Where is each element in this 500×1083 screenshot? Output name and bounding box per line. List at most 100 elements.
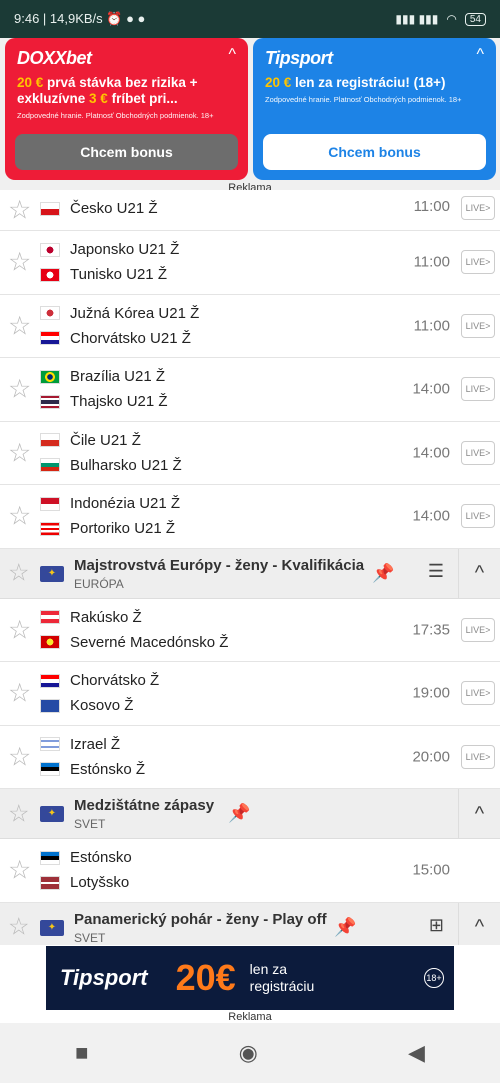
live-button[interactable]: LIVE> bbox=[461, 617, 495, 642]
team-flag-icon bbox=[40, 673, 60, 688]
league-header[interactable]: ☆ ✦ Panamerický pohár - ženy - Play off … bbox=[0, 902, 500, 945]
team-away: Kosovo Ž bbox=[40, 697, 133, 714]
match-row[interactable]: ☆ Japonsko U21 Ž Tunisko U21 Ž 11:00 LIVE> bbox=[0, 231, 500, 295]
star-icon[interactable]: ☆ bbox=[8, 559, 30, 588]
status-left: 9:46 | 14,9KB/s ⏰ ● ● bbox=[14, 11, 146, 26]
match-row[interactable]: ☆ Chorvátsko Ž Kosovo Ž 19:00 LIVE> bbox=[0, 662, 500, 726]
bracket-icon[interactable]: ⊞ bbox=[429, 915, 444, 936]
live-button[interactable]: LIVE> bbox=[461, 196, 495, 220]
live-button[interactable]: LIVE> bbox=[461, 681, 495, 706]
league-header[interactable]: ☆ ✦ Medzištátne zápasy SVET 📌 ^ bbox=[0, 789, 500, 839]
pin-icon[interactable]: 📌 bbox=[228, 803, 250, 824]
team-flag-icon bbox=[40, 496, 60, 511]
team-name: Izrael Ž bbox=[70, 735, 121, 753]
pin-icon[interactable]: 📌 bbox=[372, 563, 394, 584]
team-name: Južná Kórea U21 Ž bbox=[70, 304, 200, 322]
league-header[interactable]: ☆ ✦ Majstrovstvá Európy - ženy - Kvalifi… bbox=[0, 548, 500, 599]
team-away: Chorvátsko U21 Ž bbox=[40, 330, 191, 347]
team-home: Čile U21 Ž bbox=[40, 432, 141, 449]
match-time: 15:00 bbox=[412, 861, 450, 879]
team-home: Indonézia U21 Ž bbox=[40, 495, 180, 512]
live-button[interactable]: LIVE> bbox=[461, 440, 495, 465]
team-name: Estónsko bbox=[70, 849, 132, 866]
match-row[interactable]: ☆ Južná Kórea U21 Ž Chorvátsko U21 Ž 11:00 L… bbox=[0, 294, 500, 358]
world-flag-icon: ✦ bbox=[40, 806, 64, 822]
banner-text: len za registráciu bbox=[249, 961, 315, 994]
doxxbet-offer: 20 € prvá stávka bez rizika + exkluzívne… bbox=[17, 75, 198, 106]
star-icon[interactable]: ☆ bbox=[8, 247, 31, 278]
tipsport-bonus-button[interactable]: Chcem bonus bbox=[263, 134, 486, 170]
match-time: 20:00 bbox=[412, 748, 450, 766]
banner-amount: 20€ bbox=[175, 957, 236, 998]
live-button[interactable]: LIVE> bbox=[461, 250, 495, 275]
star-icon[interactable]: ☆ bbox=[8, 855, 31, 886]
doxxbet-bonus-button[interactable]: Chcem bonus bbox=[15, 134, 238, 170]
star-icon[interactable]: ☆ bbox=[8, 195, 31, 226]
team-away: Tunisko U21 Ž bbox=[40, 266, 167, 283]
match-time: 19:00 bbox=[412, 684, 450, 702]
match-row[interactable]: ☆ Česko U21 Ž 11:00 LIVE> bbox=[0, 190, 500, 231]
team-name: Brazília U21 Ž bbox=[70, 368, 166, 385]
tipsport-disclaimer: Zodpovedné hranie. Platnosť Obchodných p… bbox=[265, 95, 462, 104]
star-icon[interactable]: ☆ bbox=[8, 913, 30, 942]
league-region: SVET bbox=[74, 930, 106, 945]
league-name: Panamerický pohár - ženy - Play off bbox=[74, 910, 327, 928]
match-row[interactable]: ☆ Izrael Ž Estónsko Ž 20:00 LIVE> bbox=[0, 725, 500, 789]
match-row[interactable]: ☆ Rakúsko Ž Severné Macedónsko Ž 17:35 LIVE> bbox=[0, 598, 500, 662]
collapse-button[interactable]: ^ bbox=[458, 789, 500, 839]
live-button[interactable]: LIVE> bbox=[461, 504, 495, 529]
team-name: Bulharsko U21 Ž bbox=[70, 456, 182, 474]
age-badge: 18+ bbox=[424, 968, 444, 988]
team-flag-icon bbox=[40, 458, 60, 472]
match-row[interactable]: ☆ Indonézia U21 Ž Portoriko U21 Ž 14:00 LIVE… bbox=[0, 485, 500, 549]
tipsport-offer: 20 € len za registráciu! (18+) bbox=[265, 75, 446, 90]
tipsport-banner[interactable]: Tipsport 20€ len za registráciu 18+ bbox=[46, 946, 454, 1010]
doxxbet-logo: DOXXbet bbox=[17, 48, 92, 68]
team-home: Česko U21 Ž bbox=[40, 200, 158, 217]
collapse-button[interactable]: ^ bbox=[458, 902, 500, 945]
star-icon[interactable]: ☆ bbox=[8, 374, 31, 405]
team-home: Brazília U21 Ž bbox=[40, 368, 165, 385]
match-row[interactable]: ☆ Brazília U21 Ž Thajsko U21 Ž 14:00 LIVE> bbox=[0, 358, 500, 422]
team-name: Japonsko U21 Ž bbox=[70, 241, 180, 258]
team-name: Tunisko U21 Ž bbox=[70, 266, 167, 283]
world-flag-icon: ✦ bbox=[40, 919, 64, 936]
league-region: SVET bbox=[74, 817, 106, 831]
chevron-up-icon[interactable]: ^ bbox=[228, 46, 236, 64]
star-icon[interactable]: ☆ bbox=[8, 614, 31, 645]
star-icon[interactable]: ☆ bbox=[8, 741, 31, 772]
chevron-up-icon[interactable]: ^ bbox=[476, 46, 484, 64]
team-flag-icon bbox=[40, 850, 60, 865]
star-icon[interactable]: ☆ bbox=[8, 799, 30, 828]
match-time: 14:00 bbox=[412, 380, 450, 398]
recent-apps-button[interactable]: ■ bbox=[75, 1040, 88, 1066]
team-home: Izrael Ž bbox=[40, 736, 120, 753]
team-name: Thajsko U21 Ž bbox=[70, 393, 168, 410]
star-icon[interactable]: ☆ bbox=[8, 437, 31, 468]
collapse-button[interactable]: ^ bbox=[458, 548, 500, 599]
match-row[interactable]: ☆ Čile U21 Ž Bulharsko U21 Ž 14:00 LIVE> bbox=[0, 421, 500, 485]
star-icon[interactable]: ☆ bbox=[8, 678, 31, 709]
team-flag-icon bbox=[40, 394, 60, 409]
team-name: Chorvátsko U21 Ž bbox=[70, 329, 191, 347]
match-row[interactable]: ☆ Estónsko Lotyšsko 15:00 bbox=[0, 839, 500, 903]
match-list[interactable]: ☆ Česko U21 Ž 11:00 LIVE> ☆ Japonsko U21 Ž Tun… bbox=[0, 190, 500, 945]
live-button[interactable]: LIVE> bbox=[461, 744, 495, 769]
back-button[interactable]: ◀ bbox=[408, 1040, 425, 1066]
standings-icon[interactable]: ☰ bbox=[428, 561, 444, 582]
live-button[interactable]: LIVE> bbox=[461, 313, 495, 338]
home-button[interactable]: ◉ bbox=[239, 1040, 258, 1066]
team-flag-icon bbox=[40, 610, 60, 624]
doxxbet-ad[interactable]: DOXXbet ^ 20 € prvá stávka bez rizika + … bbox=[5, 38, 248, 180]
match-time: 17:35 bbox=[412, 621, 450, 639]
live-button[interactable]: LIVE> bbox=[461, 377, 495, 402]
star-icon[interactable]: ☆ bbox=[8, 310, 31, 341]
signal-icon: ▮▮▮ ▮▮▮ bbox=[395, 12, 439, 26]
tipsport-ad[interactable]: Tipsport ^ 20 € len za registráciu! (18+… bbox=[253, 38, 496, 180]
banner-ad-label: Reklama bbox=[228, 1011, 272, 1023]
top-ads: DOXXbet ^ 20 € prvá stávka bez rizika + … bbox=[0, 38, 500, 194]
world-flag-icon: ✦ bbox=[40, 565, 64, 582]
team-home: Rakúsko Ž bbox=[40, 609, 142, 626]
star-icon[interactable]: ☆ bbox=[8, 501, 31, 532]
pin-icon[interactable]: 📌 bbox=[334, 917, 356, 938]
